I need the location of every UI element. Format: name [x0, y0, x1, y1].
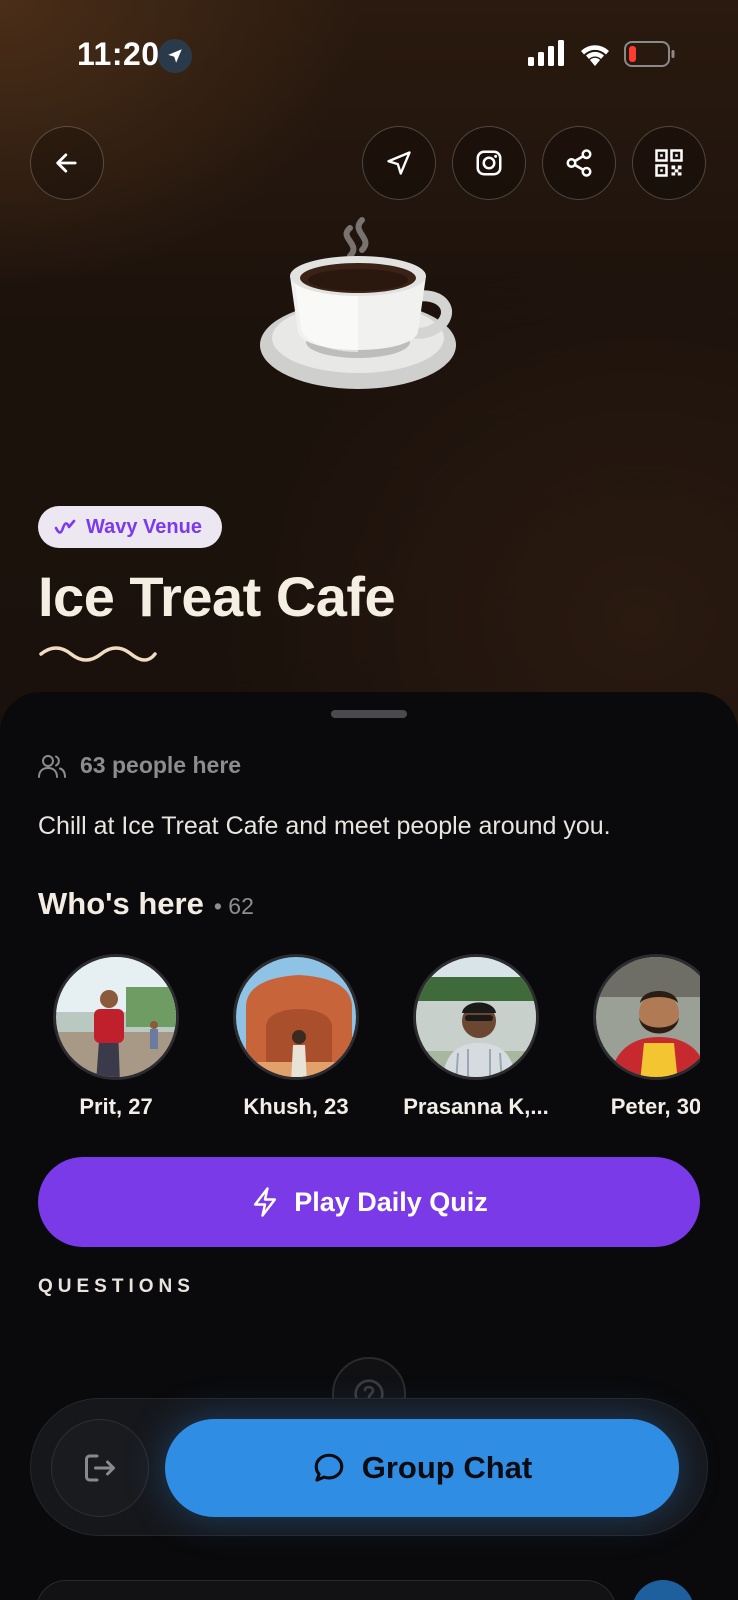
venue-hero: 11:20 Wavy Venue Ice Treat Cafe	[0, 0, 738, 740]
questions-section-label: QUESTIONS	[38, 1276, 195, 1297]
location-arrow-icon	[158, 39, 192, 73]
whos-here-title: Who's here	[38, 886, 204, 921]
squiggle-decoration	[39, 646, 157, 662]
question-input[interactable]	[36, 1580, 616, 1600]
navigate-button[interactable]	[362, 126, 436, 200]
lightning-icon	[254, 1187, 277, 1217]
people-count-row: 63 people here	[38, 752, 241, 779]
whos-here-heading: Who's here • 62	[38, 886, 254, 922]
person-card[interactable]: Khush, 23	[206, 954, 386, 1120]
qr-code-button[interactable]	[632, 126, 706, 200]
person-name: Prasanna K,...	[403, 1094, 549, 1119]
person-name: Peter, 30	[610, 1094, 700, 1119]
person-name: Khush, 23	[243, 1094, 349, 1119]
venue-description: Chill at Ice Treat Cafe and meet people …	[38, 812, 611, 840]
group-chat-button[interactable]: Group Chat	[165, 1419, 679, 1517]
people-carousel[interactable]: Prit, 27 Khush, 23 Prasanna K,... Peter,…	[0, 954, 700, 1134]
status-time: 11:20	[77, 36, 160, 72]
instagram-button[interactable]	[452, 126, 526, 200]
person-card[interactable]: Peter, 30	[566, 954, 700, 1120]
avatar	[233, 954, 359, 1080]
bottom-action-bar: Group Chat	[30, 1398, 708, 1536]
cellular-signal-icon	[528, 40, 564, 66]
share-icon	[566, 149, 592, 177]
navigate-icon	[387, 151, 411, 175]
back-arrow-icon	[56, 153, 77, 173]
wave-icon	[54, 519, 76, 534]
venue-type-label: Wavy Venue	[86, 515, 202, 538]
exit-icon	[85, 1454, 115, 1482]
group-chat-label: Group Chat	[361, 1450, 533, 1485]
avatar	[53, 954, 179, 1080]
share-button[interactable]	[542, 126, 616, 200]
status-bar: 11:20	[0, 0, 738, 110]
person-card[interactable]: Prit, 27	[26, 954, 206, 1120]
avatar	[593, 954, 700, 1080]
back-button[interactable]	[30, 126, 104, 200]
leave-venue-button[interactable]	[51, 1419, 149, 1517]
venue-details-sheet[interactable]: 63 people here Chill at Ice Treat Cafe a…	[0, 692, 738, 1600]
people-icon	[38, 754, 66, 778]
venue-name: Ice Treat Cafe	[38, 565, 396, 628]
instagram-icon	[476, 150, 502, 176]
people-count: 63 people here	[80, 752, 242, 778]
person-name: Prit, 27	[79, 1094, 153, 1119]
qr-code-icon	[655, 149, 683, 177]
person-card[interactable]: Prasanna K,...	[386, 954, 566, 1120]
sheet-drag-handle[interactable]	[331, 710, 407, 718]
quiz-button-label: Play Daily Quiz	[294, 1186, 488, 1217]
wifi-icon	[581, 45, 609, 66]
whos-here-count: • 62	[213, 893, 254, 919]
venue-type-badge: Wavy Venue	[38, 506, 222, 548]
send-button[interactable]	[632, 1580, 694, 1600]
coffee-cup-icon	[260, 217, 456, 389]
battery-low-icon	[624, 41, 675, 67]
avatar	[413, 954, 539, 1080]
play-daily-quiz-button[interactable]: Play Daily Quiz	[38, 1157, 700, 1247]
chat-bubble-icon	[314, 1453, 344, 1482]
